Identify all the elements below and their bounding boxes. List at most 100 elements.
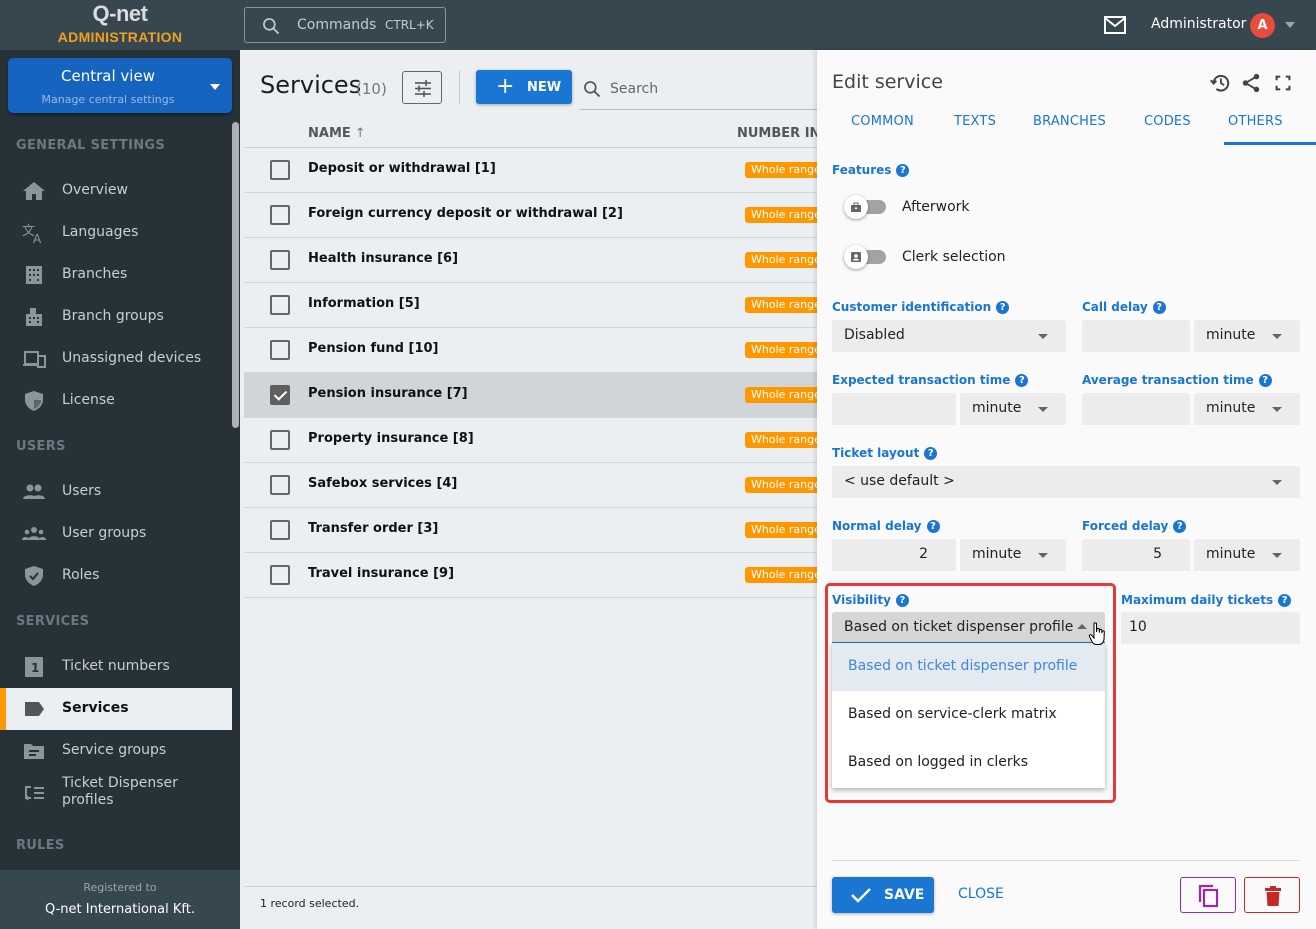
logo[interactable]: Q-net ADMINISTRATION	[0, 0, 240, 50]
sidebar-item-services[interactable]: Services	[0, 688, 232, 730]
buildings-icon	[26, 308, 42, 326]
column-header-number-interval[interactable]: NUMBER INT	[737, 126, 817, 141]
help-icon[interactable]: ?	[996, 301, 1010, 314]
forced-delay-input[interactable]: 5	[1082, 539, 1190, 571]
help-icon[interactable]: ?	[1173, 520, 1187, 533]
translate-icon: 文A	[22, 224, 42, 243]
table-row[interactable]: Safebox services [4] Whole range	[244, 463, 817, 508]
average-transaction-time-unit-select[interactable]: minute	[1194, 393, 1300, 425]
fullscreen-icon[interactable]	[1272, 72, 1294, 94]
sidebar-item-roles[interactable]: Roles	[0, 555, 232, 597]
clerk-selection-toggle[interactable]	[844, 244, 888, 270]
sidebar-item-service-groups[interactable]: Service groups	[0, 730, 232, 772]
sidebar-item-branch-groups[interactable]: Branch groups	[0, 296, 232, 338]
sidebar-item-license[interactable]: License	[0, 380, 232, 422]
save-button[interactable]: SAVE	[832, 877, 934, 913]
tab-branches[interactable]: BRANCHES	[1033, 114, 1106, 129]
row-checkbox[interactable]	[270, 565, 290, 585]
history-icon[interactable]	[1209, 72, 1231, 94]
sidebar-scrollbar[interactable]	[232, 122, 239, 428]
row-checkbox[interactable]	[270, 430, 290, 450]
sidebar-item-label: License	[62, 392, 115, 408]
user-name[interactable]: Administrator	[1151, 16, 1246, 32]
customer-identification-select[interactable]: Disabled	[832, 320, 1066, 352]
average-transaction-time-input[interactable]	[1082, 393, 1190, 425]
help-icon[interactable]: ?	[1278, 594, 1292, 607]
call-delay-input[interactable]	[1082, 320, 1190, 352]
table-row[interactable]: Property insurance [8] Whole range	[244, 418, 817, 463]
sidebar-item-languages[interactable]: 文A Languages	[0, 212, 232, 254]
label-text: Visibility	[832, 593, 891, 607]
user-menu-caret-icon[interactable]	[1285, 22, 1295, 28]
afterwork-toggle[interactable]	[844, 194, 888, 220]
context-selector[interactable]: Central view Manage central settings	[8, 58, 232, 113]
plus-icon: +	[496, 74, 515, 99]
tab-others[interactable]: OTHERS	[1228, 114, 1283, 129]
row-checkbox[interactable]	[270, 475, 290, 495]
expected-transaction-time-unit-select[interactable]: minute	[960, 393, 1066, 425]
row-checkbox[interactable]	[270, 160, 290, 180]
sidebar-item-ticket-numbers[interactable]: 1 Ticket numbers	[0, 646, 232, 688]
chevron-down-icon	[210, 84, 220, 90]
help-icon[interactable]: ?	[1015, 374, 1029, 387]
row-checkbox[interactable]	[270, 520, 290, 540]
visibility-option[interactable]: Based on logged in clerks	[832, 739, 1105, 787]
ticket-layout-select[interactable]: < use default >	[832, 466, 1300, 498]
forced-delay-unit-select[interactable]: minute	[1194, 539, 1300, 571]
row-checkbox[interactable]	[270, 340, 290, 360]
help-icon[interactable]: ?	[1152, 301, 1166, 314]
row-checkbox[interactable]	[270, 385, 290, 405]
sidebar-item-ticket-dispenser-profiles[interactable]: Ticket Dispenser profiles	[0, 772, 232, 814]
filter-settings-button[interactable]	[402, 71, 442, 104]
sidebar-item-unassigned-devices[interactable]: Unassigned devices	[0, 338, 232, 380]
search-input[interactable]	[610, 81, 817, 97]
search-field[interactable]	[580, 72, 817, 110]
expected-transaction-time-input[interactable]	[832, 393, 956, 425]
table-row[interactable]: Transfer order [3] Whole range	[244, 508, 817, 553]
select-value: minute	[1206, 546, 1256, 562]
sidebar-item-overview[interactable]: Overview	[0, 170, 232, 212]
row-checkbox[interactable]	[270, 205, 290, 225]
close-button[interactable]: CLOSE	[958, 886, 1004, 902]
visibility-select[interactable]: Based on ticket dispenser profile	[832, 612, 1105, 644]
row-checkbox[interactable]	[270, 250, 290, 270]
maximum-daily-tickets-input[interactable]: 10	[1121, 612, 1300, 644]
normal-delay-unit-select[interactable]: minute	[960, 539, 1066, 571]
avatar[interactable]: A	[1250, 13, 1275, 38]
table-row[interactable]: Deposit or withdrawal [1] Whole range	[244, 148, 817, 193]
visibility-option[interactable]: Based on ticket dispenser profile	[832, 643, 1105, 691]
sidebar-item-user-groups[interactable]: User groups	[0, 513, 232, 555]
normal-delay-input[interactable]: 2	[832, 539, 956, 571]
table-row[interactable]: Pension fund [10] Whole range	[244, 328, 817, 373]
number-interval-badge: Whole range	[745, 297, 817, 313]
sidebar-item-users[interactable]: Users	[0, 471, 232, 513]
help-icon[interactable]: ?	[896, 164, 910, 177]
command-palette-button[interactable]: Commands CTRL+K	[244, 7, 446, 43]
sidebar-item-branches[interactable]: Branches	[0, 254, 232, 296]
mail-icon[interactable]	[1103, 14, 1127, 36]
help-icon[interactable]: ?	[926, 520, 940, 533]
table-row[interactable]: Foreign currency deposit or withdrawal […	[244, 193, 817, 238]
new-service-button[interactable]: + NEW	[476, 70, 572, 104]
tab-common[interactable]: COMMON	[851, 114, 914, 129]
tab-codes[interactable]: CODES	[1144, 114, 1191, 129]
table-row[interactable]: Pension insurance [7] Whole range	[244, 373, 817, 418]
table-row[interactable]: Health insurance [6] Whole range	[244, 238, 817, 283]
active-tab-indicator	[1224, 142, 1316, 145]
help-icon[interactable]: ?	[924, 447, 938, 460]
table-row[interactable]: Information [5] Whole range	[244, 283, 817, 328]
delete-button[interactable]	[1244, 877, 1300, 913]
share-icon[interactable]	[1240, 72, 1262, 94]
call-delay-unit-select[interactable]: minute	[1194, 320, 1300, 352]
input-value: 2	[919, 546, 928, 562]
duplicate-button[interactable]	[1180, 877, 1236, 913]
visibility-option[interactable]: Based on service-clerk matrix	[832, 691, 1105, 739]
help-icon[interactable]: ?	[895, 594, 909, 607]
tab-texts[interactable]: TEXTS	[954, 114, 996, 129]
commands-label: Commands	[297, 17, 377, 33]
column-header-name[interactable]: NAME ↑	[308, 126, 366, 141]
table-row[interactable]: Travel insurance [9] Whole range	[244, 553, 817, 598]
help-icon[interactable]: ?	[1258, 374, 1272, 387]
ticket-layout-label: Ticket layout?	[832, 446, 938, 460]
row-checkbox[interactable]	[270, 295, 290, 315]
